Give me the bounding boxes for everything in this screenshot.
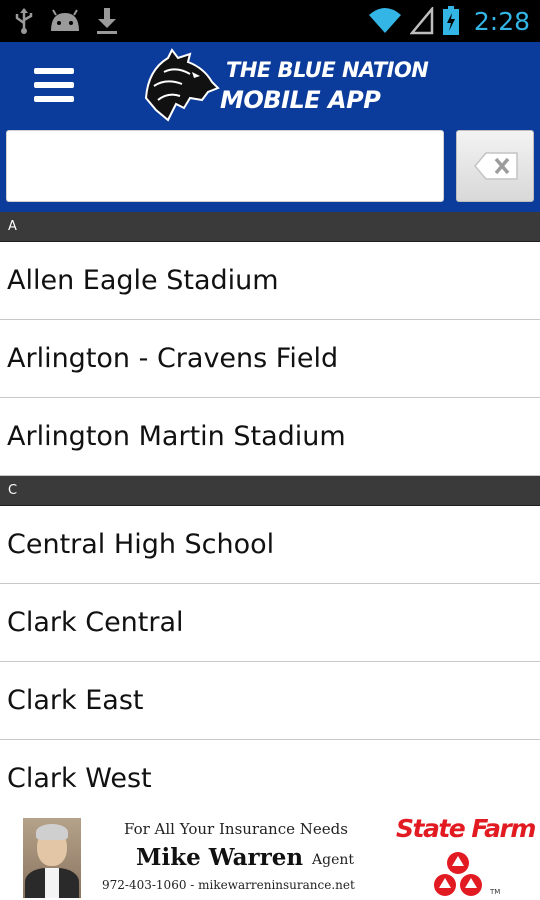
- ad-banner[interactable]: For All Your Insurance Needs Mike Warren…: [0, 810, 540, 900]
- android-debug-icon: [51, 9, 79, 31]
- search-input[interactable]: [6, 130, 444, 202]
- list-item[interactable]: Clark East: [0, 662, 540, 740]
- hamburger-menu-icon[interactable]: [34, 66, 74, 104]
- app-header: THE BLUE NATION MOBILE APP: [0, 42, 540, 130]
- list-item[interactable]: Arlington - Cravens Field: [0, 320, 540, 398]
- wifi-icon: [368, 8, 401, 33]
- signal-icon: [409, 7, 434, 35]
- notification-icons: [14, 6, 118, 36]
- system-icons: 2:28: [368, 4, 530, 38]
- ad-agent-name: Mike Warren: [136, 844, 304, 871]
- logo-title-line2: MOBILE APP: [220, 86, 381, 114]
- stadium-list[interactable]: A Allen Eagle Stadium Arlington - Craven…: [0, 212, 540, 810]
- state-farm-logo-icon: TM: [434, 852, 500, 896]
- list-item[interactable]: Central High School: [0, 506, 540, 584]
- app-logo: THE BLUE NATION MOBILE APP: [142, 48, 429, 124]
- backspace-icon: [474, 152, 518, 180]
- svg-text:TM: TM: [489, 888, 500, 896]
- list-item[interactable]: Allen Eagle Stadium: [0, 242, 540, 320]
- download-icon: [97, 8, 117, 34]
- list-item[interactable]: Arlington Martin Stadium: [0, 398, 540, 476]
- clear-search-button[interactable]: [456, 130, 534, 202]
- status-clock: 2:28: [473, 6, 530, 36]
- search-bar: [0, 130, 540, 212]
- agent-photo: [23, 818, 81, 898]
- ad-brand-name: State Farm: [396, 814, 536, 843]
- logo-title-line1: THE BLUE NATION: [226, 58, 429, 82]
- usb-icon: [15, 8, 33, 34]
- section-header-c: C: [0, 476, 540, 506]
- status-bar: 2:28: [0, 0, 540, 42]
- section-header-a: A: [0, 212, 540, 242]
- wolf-logo-icon: [144, 48, 220, 122]
- ad-contact: 972-403-1060 - mikewarreninsurance.net: [102, 878, 355, 892]
- list-item[interactable]: Clark West: [0, 740, 540, 810]
- ad-tagline: For All Your Insurance Needs: [124, 820, 348, 838]
- ad-agent-title: Agent: [312, 852, 354, 868]
- battery-charging-icon: [442, 6, 459, 35]
- list-item[interactable]: Clark Central: [0, 584, 540, 662]
